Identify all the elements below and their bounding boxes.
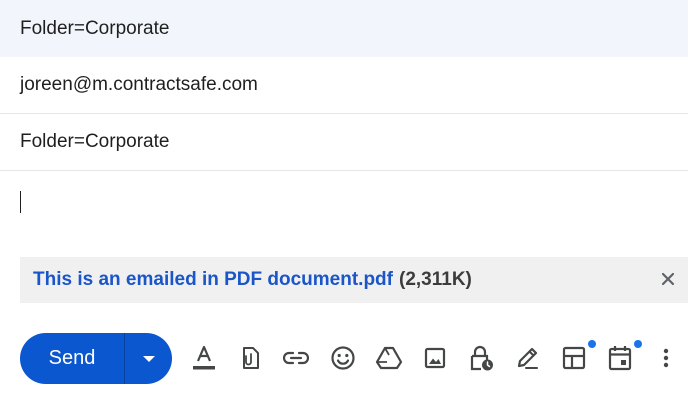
insert-drive-button[interactable] [374,343,404,373]
to-recipient[interactable]: joreen@m.contractsafe.com [20,74,258,96]
insert-emoji-button[interactable] [328,343,358,373]
subject-field[interactable]: Folder=Corporate [0,114,688,171]
insert-link-button[interactable] [281,343,311,373]
layouts-button[interactable] [559,343,589,373]
insert-emoji-icon [331,346,355,370]
to-field[interactable]: joreen@m.contractsafe.com [0,57,688,114]
send-button-group: Send [20,333,172,384]
confidential-mode-icon [470,345,493,371]
attachment-name[interactable]: This is an emailed in PDF document.pdf [33,269,393,291]
insert-photo-icon [424,347,446,369]
remove-attachment-button[interactable] [656,267,680,291]
insert-link-icon [283,351,309,365]
formatting-options-button[interactable] [189,343,219,373]
more-options-icon [663,348,669,368]
layouts-notification-dot [588,340,596,348]
attachment-size: (2,311K) [399,269,472,290]
schedule-notification-dot [634,340,642,348]
insert-drive-icon [375,346,403,370]
attachment-chip[interactable]: This is an emailed in PDF document.pdf (… [20,257,688,303]
attach-files-icon [243,347,259,369]
close-icon [661,272,675,286]
more-send-options-button[interactable] [125,333,172,384]
insert-photo-button[interactable] [420,343,450,373]
more-options-button[interactable] [651,343,681,373]
attach-files-button[interactable] [235,343,265,373]
compose-header[interactable]: Folder=Corporate [0,0,688,57]
layouts-icon [562,346,586,370]
formatting-options-icon [193,345,215,370]
insert-signature-icon [517,347,538,369]
dropdown-arrow-icon [142,355,155,362]
compose-title: Folder=Corporate [20,17,170,39]
insert-signature-button[interactable] [512,343,542,373]
send-button[interactable]: Send [20,333,124,384]
confidential-mode-button[interactable] [466,343,496,373]
message-body[interactable] [0,172,688,250]
schedule-event-button[interactable] [605,343,635,373]
schedule-event-icon [608,346,632,371]
subject-text[interactable]: Folder=Corporate [20,131,169,153]
text-cursor [20,191,21,213]
